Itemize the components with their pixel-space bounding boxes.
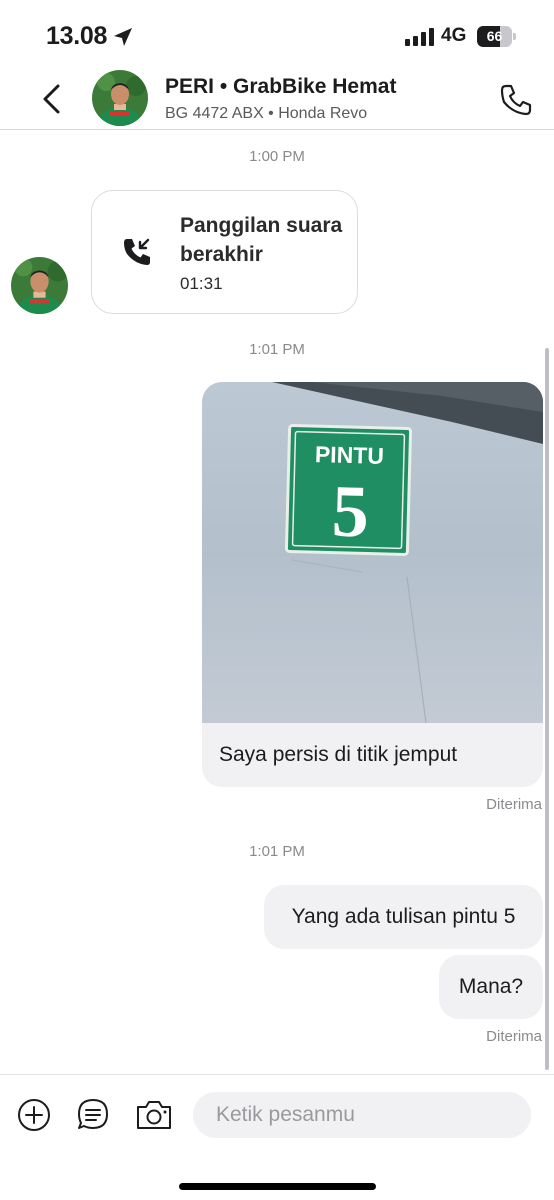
camera-icon[interactable] bbox=[135, 1098, 173, 1132]
delivery-status: Diterima bbox=[486, 796, 542, 813]
sent-message-bubble[interactable]: Yang ada tulisan pintu 5 bbox=[264, 885, 543, 949]
photo-caption: Saya persis di titik jemput bbox=[219, 743, 458, 766]
pickup-photo[interactable]: PINTU 5 bbox=[202, 382, 543, 723]
scrollbar[interactable] bbox=[545, 348, 549, 1070]
driver-name[interactable]: PERI • GrabBike Hemat bbox=[165, 75, 396, 99]
status-time: 13.08 bbox=[46, 22, 108, 50]
message-timestamp: 1:01 PM bbox=[249, 341, 305, 358]
call-ended-card[interactable]: Panggilan suara berakhir 01:31 bbox=[91, 190, 358, 314]
chat-header: PERI • GrabBike Hemat BG 4472 ABX • Hond… bbox=[0, 70, 554, 130]
incoming-call-icon bbox=[124, 238, 150, 265]
vehicle-info: BG 4472 ABX • Honda Revo bbox=[165, 105, 368, 122]
driver-avatar-small[interactable] bbox=[11, 257, 68, 314]
driver-avatar[interactable] bbox=[92, 70, 148, 126]
battery-indicator: 66 bbox=[477, 26, 517, 47]
message-timestamp: 1:01 PM bbox=[249, 843, 305, 860]
home-indicator bbox=[179, 1183, 376, 1190]
sign-number: 5 bbox=[331, 471, 370, 554]
battery-level-text: 66 bbox=[486, 28, 503, 44]
message-input[interactable] bbox=[193, 1092, 531, 1138]
location-arrow-icon bbox=[114, 28, 132, 46]
chevron-left-icon[interactable] bbox=[36, 82, 66, 116]
cellular-signal-icon bbox=[405, 28, 434, 46]
message-timestamp: 1:00 PM bbox=[249, 148, 305, 165]
status-bar: 13.08 4G 66 bbox=[0, 0, 554, 70]
sign-word: PINTU bbox=[315, 441, 385, 469]
message-composer bbox=[0, 1074, 554, 1200]
delivery-status: Diterima bbox=[486, 1028, 542, 1045]
photo-message-bubble[interactable]: PINTU 5 Saya persis di titik jemput bbox=[202, 382, 543, 787]
call-status-title: Panggilan suara berakhir bbox=[180, 214, 343, 266]
message-lines-icon[interactable] bbox=[76, 1098, 110, 1132]
call-duration: 01:31 bbox=[180, 274, 223, 293]
plus-circle-icon[interactable] bbox=[17, 1098, 51, 1132]
sent-message-bubble[interactable]: Mana? bbox=[439, 955, 543, 1019]
network-type: 4G bbox=[441, 25, 467, 46]
phone-icon[interactable] bbox=[498, 82, 534, 118]
